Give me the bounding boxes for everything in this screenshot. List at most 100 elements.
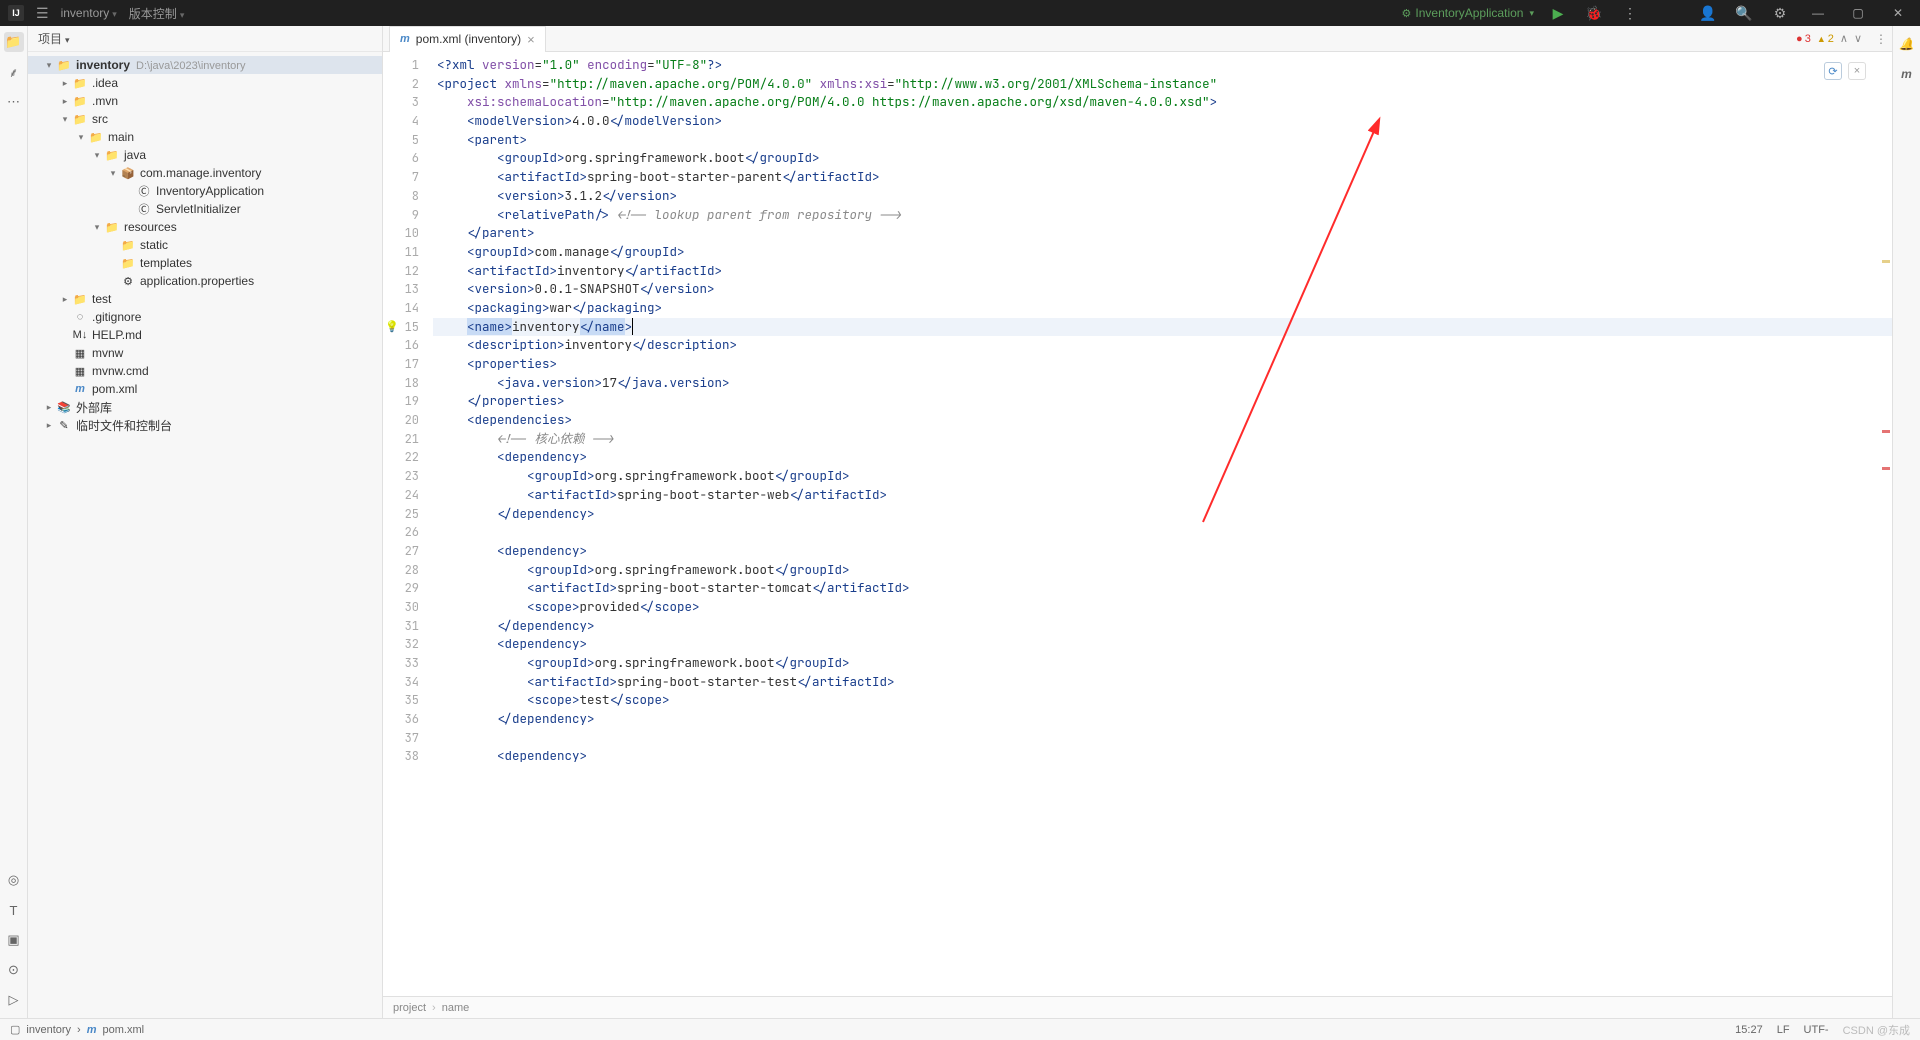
- tree-arrow-icon[interactable]: ▾: [90, 150, 104, 161]
- line-number[interactable]: 6: [383, 149, 433, 168]
- tab-close-icon[interactable]: ×: [527, 32, 535, 47]
- code-line[interactable]: </dependency>: [433, 617, 1892, 636]
- code-line[interactable]: <modelVersion>4.0.0</modelVersion>: [433, 112, 1892, 131]
- project-tool-icon[interactable]: 📁: [4, 32, 24, 52]
- code-line[interactable]: <artifactId>inventory</artifactId>: [433, 262, 1892, 281]
- code-line[interactable]: <dependency>: [433, 747, 1892, 766]
- line-number[interactable]: 33: [383, 654, 433, 673]
- code-line[interactable]: <description>inventory</description>: [433, 336, 1892, 355]
- code-line[interactable]: <dependency>: [433, 448, 1892, 467]
- line-number[interactable]: 29: [383, 579, 433, 598]
- notifications-icon[interactable]: 🔔: [1897, 34, 1917, 54]
- commit-tool-icon[interactable]: ⸙: [4, 62, 24, 82]
- code-line[interactable]: <java.version>17</java.version>: [433, 374, 1892, 393]
- project-view-selector[interactable]: 项目: [38, 30, 70, 47]
- line-number[interactable]: 26: [383, 523, 433, 542]
- code-line[interactable]: <artifactId>spring-boot-starter-test</ar…: [433, 673, 1892, 692]
- line-number[interactable]: 16: [383, 336, 433, 355]
- line-number[interactable]: 25: [383, 505, 433, 524]
- line-number[interactable]: 36: [383, 710, 433, 729]
- maven-reload-icon[interactable]: ⟳: [1824, 62, 1842, 80]
- tree-item[interactable]: ▸✎临时文件和控制台: [28, 416, 382, 434]
- warning-count[interactable]: 2: [1817, 33, 1834, 45]
- line-number[interactable]: 4: [383, 112, 433, 131]
- code-line[interactable]: <groupId>org.springframework.boot</group…: [433, 654, 1892, 673]
- code-line[interactable]: <parent>: [433, 131, 1892, 150]
- code-line[interactable]: <artifactId>spring-boot-starter-tomcat</…: [433, 579, 1892, 598]
- inspections-widget[interactable]: 3 2 ∧ ∨: [1796, 32, 1862, 45]
- tree-arrow-icon[interactable]: ▸: [42, 420, 56, 431]
- code-line[interactable]: <properties>: [433, 355, 1892, 374]
- line-number[interactable]: 1: [383, 56, 433, 75]
- line-number[interactable]: 13: [383, 280, 433, 299]
- tree-item[interactable]: ▸📁test: [28, 290, 382, 308]
- code-line[interactable]: <dependency>: [433, 635, 1892, 654]
- minimize-icon[interactable]: —: [1804, 1, 1832, 25]
- code-line[interactable]: </parent>: [433, 224, 1892, 243]
- tree-item[interactable]: ▾📁resources: [28, 218, 382, 236]
- code-line[interactable]: <dependencies>: [433, 411, 1892, 430]
- breadcrumb-item[interactable]: project: [393, 1002, 426, 1014]
- settings-icon[interactable]: ⚙: [1768, 1, 1792, 25]
- line-number[interactable]: 10: [383, 224, 433, 243]
- tab-list-icon[interactable]: ⋮: [1870, 32, 1892, 46]
- line-number[interactable]: 38: [383, 747, 433, 766]
- error-stripe[interactable]: [1880, 52, 1892, 996]
- code-line[interactable]: xsi:schemaLocation="http://maven.apache.…: [433, 93, 1892, 112]
- line-number[interactable]: 5: [383, 131, 433, 150]
- prev-problem-icon[interactable]: ∧: [1840, 32, 1848, 45]
- tree-arrow-icon[interactable]: ▸: [42, 402, 56, 413]
- tree-item[interactable]: ⚙application.properties: [28, 272, 382, 290]
- tree-arrow-icon[interactable]: ▾: [42, 60, 56, 71]
- tree-item[interactable]: ⒸServletInitializer: [28, 200, 382, 218]
- line-number[interactable]: 15: [383, 318, 433, 337]
- file-encoding[interactable]: UTF-: [1804, 1024, 1829, 1036]
- line-number[interactable]: 27: [383, 542, 433, 561]
- line-number[interactable]: 30: [383, 598, 433, 617]
- project-tree[interactable]: ▾📁inventoryD:\java\2023\inventory▸📁.idea…: [28, 52, 382, 1018]
- tree-arrow-icon[interactable]: ▸: [58, 294, 72, 305]
- code-line[interactable]: <packaging>war</packaging>: [433, 299, 1892, 318]
- tree-item[interactable]: ▾📁inventoryD:\java\2023\inventory: [28, 56, 382, 74]
- line-number[interactable]: 11: [383, 243, 433, 262]
- tree-item[interactable]: ◌.gitignore: [28, 308, 382, 326]
- line-number[interactable]: 12: [383, 262, 433, 281]
- code-line[interactable]: <groupId>com.manage</groupId>: [433, 243, 1892, 262]
- services-tool-icon[interactable]: ◎: [4, 870, 24, 890]
- tree-item[interactable]: 📁templates: [28, 254, 382, 272]
- terminal-tool-icon[interactable]: ▷: [4, 990, 24, 1010]
- code-line[interactable]: <dependency>: [433, 542, 1892, 561]
- close-icon[interactable]: ✕: [1884, 1, 1912, 25]
- tree-arrow-icon[interactable]: ▾: [90, 222, 104, 233]
- line-number[interactable]: 34: [383, 673, 433, 692]
- tree-arrow-icon[interactable]: ▸: [58, 78, 72, 89]
- tree-item[interactable]: ▸📚外部库: [28, 398, 382, 416]
- code-line[interactable]: <scope>provided</scope>: [433, 598, 1892, 617]
- run-config-selector[interactable]: InventoryApplication: [1402, 6, 1534, 20]
- line-number[interactable]: 7: [383, 168, 433, 187]
- line-number[interactable]: 9: [383, 206, 433, 225]
- line-separator[interactable]: LF: [1777, 1024, 1790, 1036]
- hamburger-icon[interactable]: ☰: [36, 5, 49, 22]
- code-line[interactable]: <?xml version="1.0" encoding="UTF-8"?>: [433, 56, 1892, 75]
- line-number[interactable]: 8: [383, 187, 433, 206]
- tree-item[interactable]: ▸📁.idea: [28, 74, 382, 92]
- tree-arrow-icon[interactable]: ▸: [58, 96, 72, 107]
- line-number[interactable]: 31: [383, 617, 433, 636]
- tree-item[interactable]: ▦mvnw.cmd: [28, 362, 382, 380]
- tree-item[interactable]: ▾📁src: [28, 110, 382, 128]
- tree-item[interactable]: ▸📁.mvn: [28, 92, 382, 110]
- code-line[interactable]: </properties>: [433, 392, 1892, 411]
- project-dropdown[interactable]: inventory: [61, 6, 117, 20]
- code-line[interactable]: <artifactId>spring-boot-starter-parent</…: [433, 168, 1892, 187]
- maven-tool-icon[interactable]: m: [1897, 64, 1917, 84]
- structure-tool-icon[interactable]: ⋯: [4, 92, 24, 112]
- next-problem-icon[interactable]: ∨: [1854, 32, 1862, 45]
- line-number[interactable]: 35: [383, 691, 433, 710]
- tree-item[interactable]: ▾📁main: [28, 128, 382, 146]
- tree-item[interactable]: ▾📦com.manage.inventory: [28, 164, 382, 182]
- code-line[interactable]: <scope>test</scope>: [433, 691, 1892, 710]
- line-gutter[interactable]: 1234567891011121314151617181920212223242…: [383, 52, 433, 996]
- bookmarks-tool-icon[interactable]: T: [4, 900, 24, 920]
- code-line[interactable]: <!-- 核心依赖 -->: [433, 430, 1892, 449]
